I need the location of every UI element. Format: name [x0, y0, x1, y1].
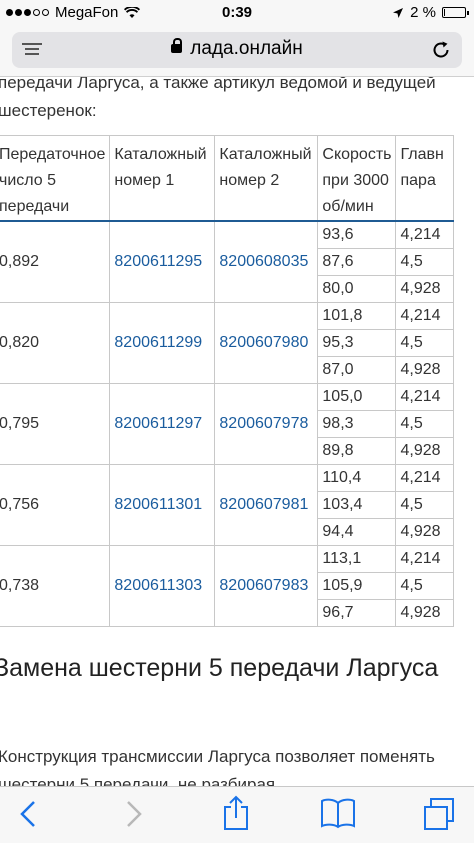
table-row: 0,738 8200611303 8200607983 113,1 4,214: [0, 545, 455, 627]
battery-fill: [444, 9, 445, 16]
cell-main-pair: 4,928: [395, 275, 455, 303]
address-bar[interactable]: лада.онлайн: [12, 32, 462, 68]
status-bar: MegaFon 0:39 2 %: [0, 0, 474, 26]
article-paragraph: Конструкция трансмиссии Ларгуса позволяе…: [0, 747, 435, 787]
cell-ratio: 0,892: [0, 220, 111, 303]
cell-main-pair: 4,928: [395, 599, 455, 627]
cell-main-pair: 4,214: [395, 383, 455, 411]
table-row: 0,892 8200611295 8200608035 93,6 4,214: [0, 220, 455, 303]
catalog-link-1[interactable]: 8200611299: [109, 302, 216, 384]
lock-icon: [171, 38, 183, 53]
section-heading: Замена шестерни 5 передачи Ларгуса: [0, 654, 439, 682]
header-catalog-1: Каталожный номер 1: [109, 135, 216, 222]
cell-main-pair: 4,214: [395, 220, 455, 249]
intro-text: передачи Ларгуса, а также артикул ведомо…: [0, 77, 436, 120]
header-catalog-2: Каталожный номер 2: [214, 135, 319, 222]
table-row: 0,756 8200611301 8200607981 110,4 4,214: [0, 464, 455, 546]
cell-speed: 110,4: [317, 464, 397, 492]
header-ratio: Передаточное число 5 передачи: [0, 135, 111, 222]
catalog-link-1[interactable]: 8200611295: [109, 220, 216, 303]
url-display[interactable]: лада.онлайн: [12, 38, 462, 60]
location-arrow-icon: [393, 7, 404, 18]
back-icon[interactable]: [16, 799, 40, 829]
cell-main-pair: 4,214: [395, 545, 455, 573]
table-row: 0,795 8200611297 8200607978 105,0 4,214: [0, 383, 455, 465]
catalog-link-2[interactable]: 8200607981: [214, 464, 319, 546]
cell-main-pair: 4,928: [395, 437, 455, 465]
cell-speed: 87,6: [317, 248, 397, 276]
url-text: лада.онлайн: [190, 38, 303, 59]
cell-speed: 113,1: [317, 545, 397, 573]
cell-main-pair: 4,214: [395, 464, 455, 492]
cell-speed: 105,9: [317, 572, 397, 600]
battery-percent: 2 %: [410, 4, 436, 21]
reload-icon[interactable]: [430, 39, 452, 61]
catalog-link-2[interactable]: 8200607978: [214, 383, 319, 465]
bookmarks-icon[interactable]: [320, 797, 356, 829]
cell-speed: 89,8: [317, 437, 397, 465]
cell-main-pair: 4,5: [395, 248, 455, 276]
cell-main-pair: 4,928: [395, 518, 455, 546]
cell-speed: 87,0: [317, 356, 397, 384]
cell-ratio: 0,756: [0, 464, 111, 546]
cell-main-pair: 4,5: [395, 491, 455, 519]
catalog-link-2[interactable]: 8200607983: [214, 545, 319, 627]
catalog-link-1[interactable]: 8200611303: [109, 545, 216, 627]
cell-main-pair: 4,5: [395, 572, 455, 600]
cell-speed: 105,0: [317, 383, 397, 411]
cell-main-pair: 4,928: [395, 356, 455, 384]
catalog-link-1[interactable]: 8200611297: [109, 383, 216, 465]
cell-speed: 96,7: [317, 599, 397, 627]
table-row: 0,820 8200611299 8200607980 101,8 4,214: [0, 302, 455, 384]
tabs-icon[interactable]: [422, 797, 456, 831]
cell-speed: 98,3: [317, 410, 397, 438]
header-speed: Скорость при 3000 об/мин: [317, 135, 397, 222]
browser-bottom-bar: [0, 786, 474, 843]
cell-speed: 103,4: [317, 491, 397, 519]
header-main-pair: Главн пара: [395, 135, 455, 222]
gear-ratio-table: Передаточное число 5 передачи Каталожный…: [0, 135, 455, 627]
catalog-link-2[interactable]: 8200608035: [214, 220, 319, 303]
catalog-link-2[interactable]: 8200607980: [214, 302, 319, 384]
catalog-link-1[interactable]: 8200611301: [109, 464, 216, 546]
cell-main-pair: 4,5: [395, 410, 455, 438]
gear-table-wrapper: Передаточное число 5 передачи Каталожный…: [0, 135, 455, 627]
cell-speed: 101,8: [317, 302, 397, 330]
cell-ratio: 0,820: [0, 302, 111, 384]
forward-icon[interactable]: [122, 799, 146, 829]
cell-ratio: 0,738: [0, 545, 111, 627]
page-content: передачи Ларгуса, а также артикул ведомо…: [0, 77, 474, 787]
table-header-row: Передаточное число 5 передачи Каталожный…: [0, 135, 455, 222]
cell-speed: 80,0: [317, 275, 397, 303]
cell-speed: 93,6: [317, 220, 397, 249]
cell-speed: 95,3: [317, 329, 397, 357]
cell-ratio: 0,795: [0, 383, 111, 465]
cell-main-pair: 4,5: [395, 329, 455, 357]
browser-toolbar: лада.онлайн: [0, 26, 474, 77]
cell-speed: 94,4: [317, 518, 397, 546]
status-bar-right: 2 %: [392, 4, 469, 21]
cell-main-pair: 4,214: [395, 302, 455, 330]
share-icon[interactable]: [222, 795, 250, 831]
battery-icon: [442, 7, 469, 18]
